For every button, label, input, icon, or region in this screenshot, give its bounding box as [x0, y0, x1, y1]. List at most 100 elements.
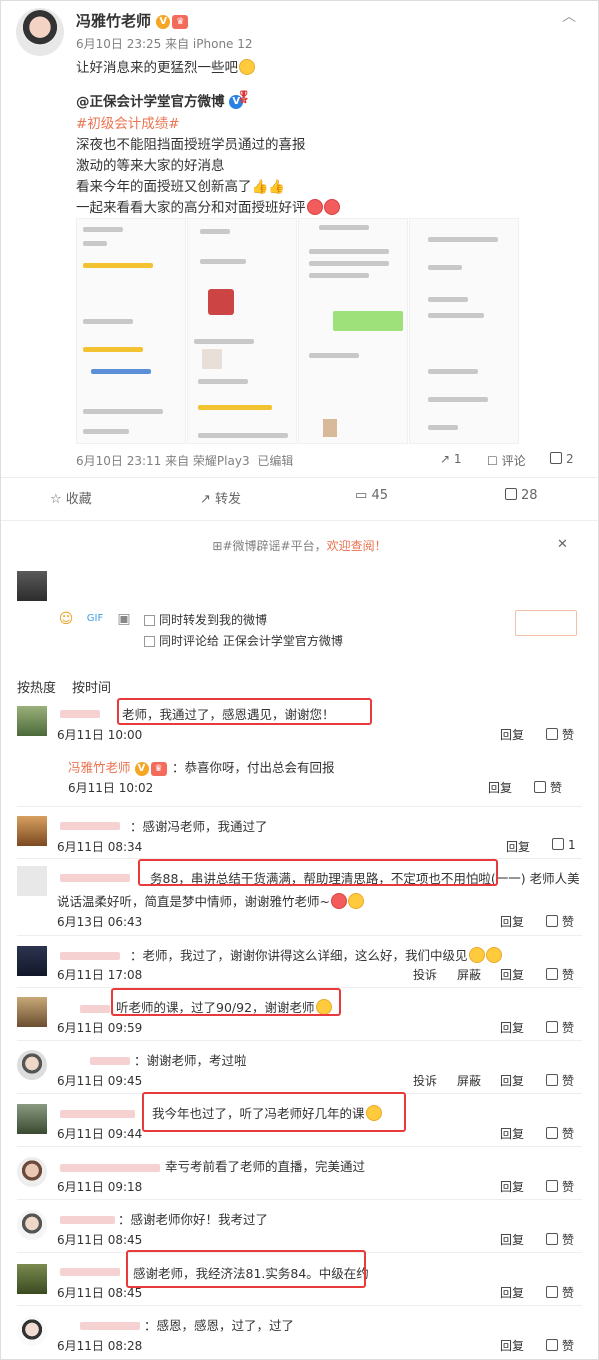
- like-button[interactable]: 赞: [546, 1284, 574, 1301]
- poster-avatar[interactable]: [16, 8, 64, 56]
- emoji-icon[interactable]: ☺: [57, 610, 75, 628]
- commenter-avatar[interactable]: [17, 997, 47, 1027]
- commenter-avatar[interactable]: [17, 706, 47, 736]
- reply-button[interactable]: 回复: [500, 966, 524, 983]
- highlight-box: [142, 1092, 406, 1132]
- commenter-avatar[interactable]: [17, 866, 47, 896]
- commenter-avatar[interactable]: [17, 1104, 47, 1134]
- commenter-avatar[interactable]: [17, 1316, 47, 1346]
- commenter-name[interactable]: [60, 706, 100, 720]
- report-button[interactable]: 投诉: [413, 966, 437, 983]
- commenter-avatar[interactable]: [17, 1050, 47, 1080]
- reply-button[interactable]: 回复: [500, 1019, 524, 1036]
- repost-author[interactable]: @正保会计学堂官方微博 V 🎖: [76, 90, 251, 110]
- reply-button[interactable]: 回复: [500, 1125, 524, 1142]
- image-icon[interactable]: ▣: [115, 610, 133, 628]
- tab-sort-hot[interactable]: 按热度: [17, 677, 56, 696]
- comment-submit-button[interactable]: [515, 610, 577, 636]
- tab-sort-time[interactable]: 按时间: [72, 677, 111, 696]
- like-count-button[interactable]: 28: [505, 488, 538, 503]
- repost-like-button[interactable]: 2: [550, 452, 574, 466]
- commenter-name[interactable]: [60, 1106, 135, 1120]
- commenter-avatar[interactable]: [17, 946, 47, 976]
- fan-badge-icon: ♛: [150, 761, 167, 776]
- block-button[interactable]: 屏蔽: [457, 966, 481, 983]
- reply-author[interactable]: 冯雅竹老师 V ♛: [68, 757, 167, 776]
- like-button[interactable]: 赞: [546, 1072, 574, 1089]
- comment-count-button[interactable]: ▭ 45: [355, 488, 388, 503]
- repost-share-button[interactable]: ↗ 1: [440, 452, 462, 466]
- like-button[interactable]: 赞: [546, 1231, 574, 1248]
- comment-time: 6月11日 08:34: [57, 840, 143, 854]
- commenter-name[interactable]: [60, 1264, 120, 1278]
- like-icon: [546, 1339, 558, 1351]
- comment-time: 6月11日 10:00: [57, 728, 143, 742]
- commenter-avatar[interactable]: [17, 1264, 47, 1294]
- repost-comment-button[interactable]: ☐ 评论: [487, 452, 526, 469]
- commenter-name[interactable]: [90, 1053, 130, 1067]
- gif-icon[interactable]: GIF: [86, 610, 104, 628]
- like-button[interactable]: 赞: [546, 1019, 574, 1036]
- like-button[interactable]: 赞: [546, 726, 574, 743]
- like-button[interactable]: 1: [552, 838, 576, 852]
- forward-button[interactable]: ↗ 转发: [200, 488, 241, 507]
- reply-button[interactable]: 回复: [506, 838, 530, 855]
- reply-button[interactable]: 回复: [488, 779, 512, 796]
- commenter-name[interactable]: [60, 948, 120, 962]
- repost-line-1: 深夜也不能阻挡面授班学员通过的喜报: [76, 137, 306, 153]
- highlight-box: [126, 1250, 366, 1288]
- commenter-name[interactable]: [60, 818, 120, 832]
- commenter-name[interactable]: [80, 1001, 110, 1015]
- reply-time: 6月11日 10:02: [68, 781, 154, 795]
- clap-emoji-icon: [306, 199, 323, 215]
- repost-option[interactable]: 同时转发到我的微博: [144, 611, 267, 628]
- screenshot-image-2[interactable]: [187, 218, 297, 444]
- commenter-avatar[interactable]: [17, 1157, 47, 1187]
- commenter-name[interactable]: [60, 1212, 115, 1226]
- reply-button[interactable]: 回复: [500, 1231, 524, 1248]
- like-icon: [505, 488, 517, 500]
- screenshot-image-3[interactable]: [298, 218, 408, 444]
- highlight-box: [111, 988, 341, 1016]
- reply-button[interactable]: 回复: [500, 1178, 524, 1195]
- checkbox-repost[interactable]: [144, 615, 155, 626]
- comment-option[interactable]: 同时评论给 正保会计学堂官方微博: [144, 632, 343, 649]
- post-meta: 6月10日 23:25 来自 iPhone 12: [76, 37, 253, 51]
- commenter-name[interactable]: [60, 870, 130, 884]
- commenter-avatar[interactable]: [17, 1210, 47, 1240]
- checkbox-comment[interactable]: [144, 636, 155, 647]
- like-button[interactable]: 赞: [546, 1337, 574, 1354]
- reply-button[interactable]: 回复: [500, 726, 524, 743]
- like-button[interactable]: 赞: [546, 1125, 574, 1142]
- comment-time: 6月11日 08:28: [57, 1339, 143, 1353]
- reply-button[interactable]: 回复: [500, 1337, 524, 1354]
- favorite-button[interactable]: ☆ 收藏: [50, 488, 92, 507]
- like-button[interactable]: 赞: [546, 1178, 574, 1195]
- screenshot-image-4[interactable]: [409, 218, 519, 444]
- repost-hashtag[interactable]: #初级会计成绩#: [76, 112, 180, 132]
- poster-name-text[interactable]: 冯雅竹老师: [76, 12, 151, 30]
- block-button[interactable]: 屏蔽: [457, 1072, 481, 1089]
- screenshot-image-1[interactable]: [76, 218, 186, 444]
- reply-button[interactable]: 回复: [500, 1284, 524, 1301]
- commenter-name[interactable]: [60, 1160, 160, 1174]
- reply-button[interactable]: 回复: [500, 913, 524, 930]
- comment-time: 6月11日 09:44: [57, 1127, 143, 1141]
- notice-link[interactable]: 欢迎查阅！: [327, 539, 387, 553]
- like-button[interactable]: 赞: [534, 779, 562, 796]
- like-button[interactable]: 赞: [546, 913, 574, 930]
- commenter-avatar[interactable]: [17, 816, 47, 846]
- poster-name[interactable]: 冯雅竹老师 V ♛: [76, 10, 189, 31]
- like-icon: [546, 968, 558, 980]
- chevron-down-icon[interactable]: ︿: [562, 6, 576, 26]
- reply-button[interactable]: 回复: [500, 1072, 524, 1089]
- comment-text-cont: 说话温柔好听，简直是梦中情师，谢谢雅竹老师~: [57, 891, 364, 910]
- verified-icon: V: [134, 761, 149, 776]
- like-icon: [550, 452, 562, 464]
- commenter-name[interactable]: [80, 1318, 140, 1332]
- close-icon[interactable]: ✕: [557, 537, 568, 552]
- report-button[interactable]: 投诉: [413, 1072, 437, 1089]
- highlight-box: [138, 859, 498, 886]
- like-button[interactable]: 赞: [546, 966, 574, 983]
- like-icon: [546, 1180, 558, 1192]
